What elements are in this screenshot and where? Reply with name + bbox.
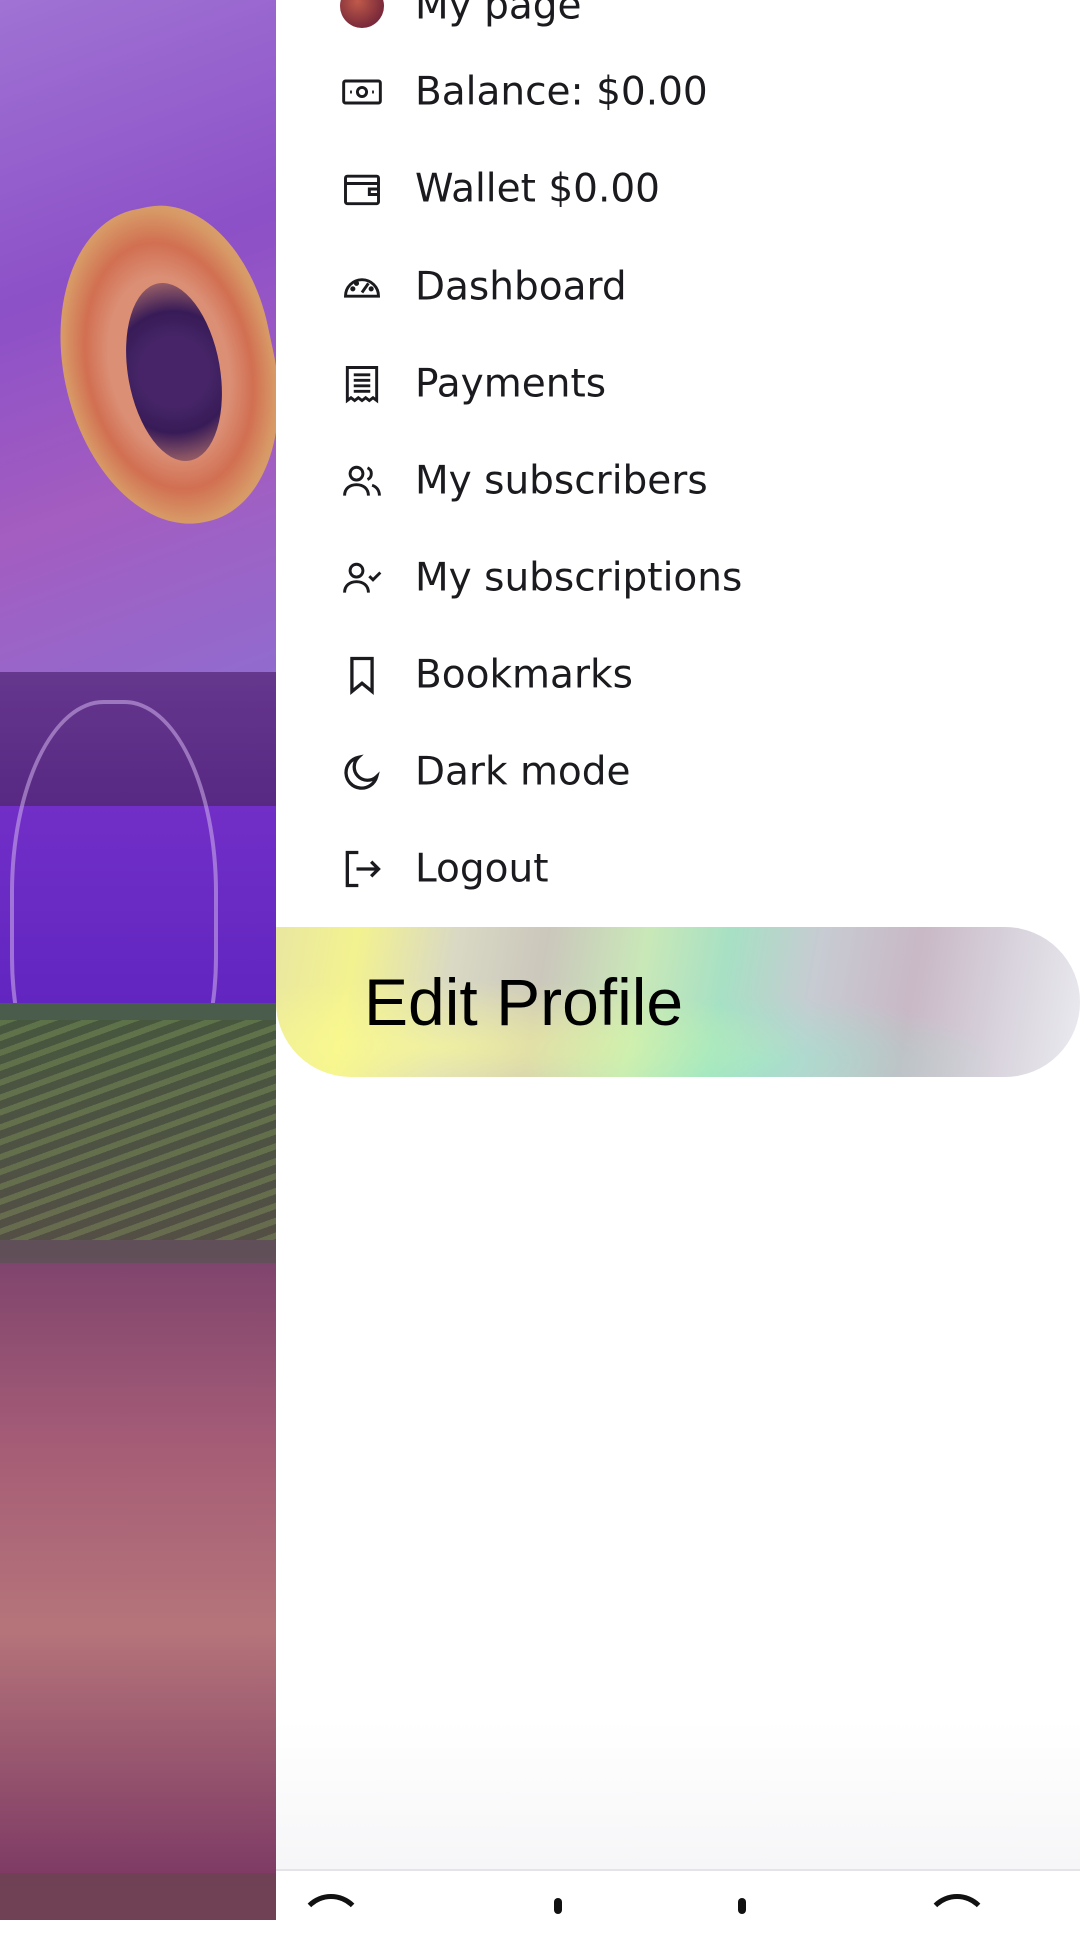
drawer-bottom-shade xyxy=(276,1720,1080,1870)
menu-item-bookmarks[interactable]: Bookmarks xyxy=(276,627,1080,723)
menu-item-label: Balance: $0.00 xyxy=(415,69,708,115)
users-icon xyxy=(340,459,384,503)
menu-item-balance[interactable]: Balance: $0.00 xyxy=(276,44,1080,140)
menu-item-label: Logout xyxy=(415,846,549,892)
drawer-divider xyxy=(276,1869,1080,1871)
speedometer-icon xyxy=(340,265,384,309)
logout-icon xyxy=(340,847,384,891)
banknote-icon xyxy=(340,70,384,114)
menu-item-label: Wallet $0.00 xyxy=(415,166,660,212)
home-icon[interactable] xyxy=(298,1894,364,1960)
side-drawer: My page Balance: $0.00 Wallet $0.00 Dash… xyxy=(276,0,1080,1920)
menu-item-label: My subscribers xyxy=(415,458,708,504)
moon-icon xyxy=(340,750,384,794)
edit-profile-label: Edit Profile xyxy=(364,965,684,1039)
menu-item-logout[interactable]: Logout xyxy=(276,821,1080,917)
avatar xyxy=(340,0,384,28)
menu-item-my-subscribers[interactable]: My subscribers xyxy=(276,433,1080,529)
menu-item-dashboard[interactable]: Dashboard xyxy=(276,239,1080,335)
bookmark-icon xyxy=(340,653,384,697)
menu-item-my-subscriptions[interactable]: My subscriptions xyxy=(276,530,1080,626)
menu-item-payments[interactable]: Payments xyxy=(276,336,1080,432)
background-collage[interactable] xyxy=(0,0,276,1920)
menu-item-label: My page xyxy=(415,0,582,29)
menu-item-label: Dark mode xyxy=(415,749,631,795)
receipt-icon xyxy=(340,362,384,406)
add-icon[interactable] xyxy=(738,1898,746,1914)
menu-item-label: My subscriptions xyxy=(415,555,743,601)
user-check-icon xyxy=(340,556,384,600)
wallet-icon xyxy=(340,167,384,211)
backdrop-overlay[interactable] xyxy=(0,0,276,1920)
menu-item-wallet[interactable]: Wallet $0.00 xyxy=(276,141,1080,237)
profile-icon[interactable] xyxy=(924,1894,990,1960)
menu-item-label: Bookmarks xyxy=(415,652,633,698)
menu-item-label: Dashboard xyxy=(415,264,627,310)
edit-profile-button[interactable]: Edit Profile xyxy=(276,927,1080,1077)
bottom-navigation xyxy=(276,1872,1080,1920)
menu-item-label: Payments xyxy=(415,361,607,407)
menu-item-dark-mode[interactable]: Dark mode xyxy=(276,724,1080,820)
search-icon[interactable] xyxy=(554,1898,562,1914)
